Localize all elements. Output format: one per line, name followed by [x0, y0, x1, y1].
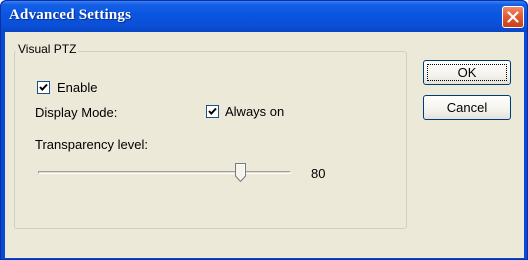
close-icon	[507, 11, 519, 23]
cancel-button-label: Cancel	[446, 100, 488, 115]
focus-rectangle	[427, 64, 507, 81]
transparency-value: 80	[311, 166, 326, 181]
groupbox-label: Visual PTZ	[16, 42, 79, 56]
cancel-button[interactable]: Cancel	[423, 95, 511, 120]
always-on-label[interactable]: Always on	[225, 104, 284, 119]
transparency-level-label: Transparency level:	[35, 137, 148, 152]
transparency-slider-track[interactable]	[38, 171, 291, 174]
ok-button[interactable]: OK	[423, 60, 511, 85]
transparency-slider-thumb[interactable]	[235, 163, 246, 182]
always-on-checkbox[interactable]	[206, 105, 219, 118]
advanced-settings-dialog: Advanced Settings Visual PTZ Enable Disp…	[0, 0, 528, 260]
close-button[interactable]	[502, 6, 524, 28]
checkmark-icon	[208, 107, 217, 115]
title-bar[interactable]: Advanced Settings	[1, 1, 527, 32]
display-mode-label: Display Mode:	[35, 105, 118, 120]
enable-label[interactable]: Enable	[57, 80, 97, 95]
dialog-client-area: Visual PTZ Enable Display Mode: Always o…	[5, 32, 524, 258]
window-title: Advanced Settings	[9, 7, 132, 23]
enable-checkbox[interactable]	[37, 81, 50, 94]
checkmark-icon	[39, 83, 48, 91]
